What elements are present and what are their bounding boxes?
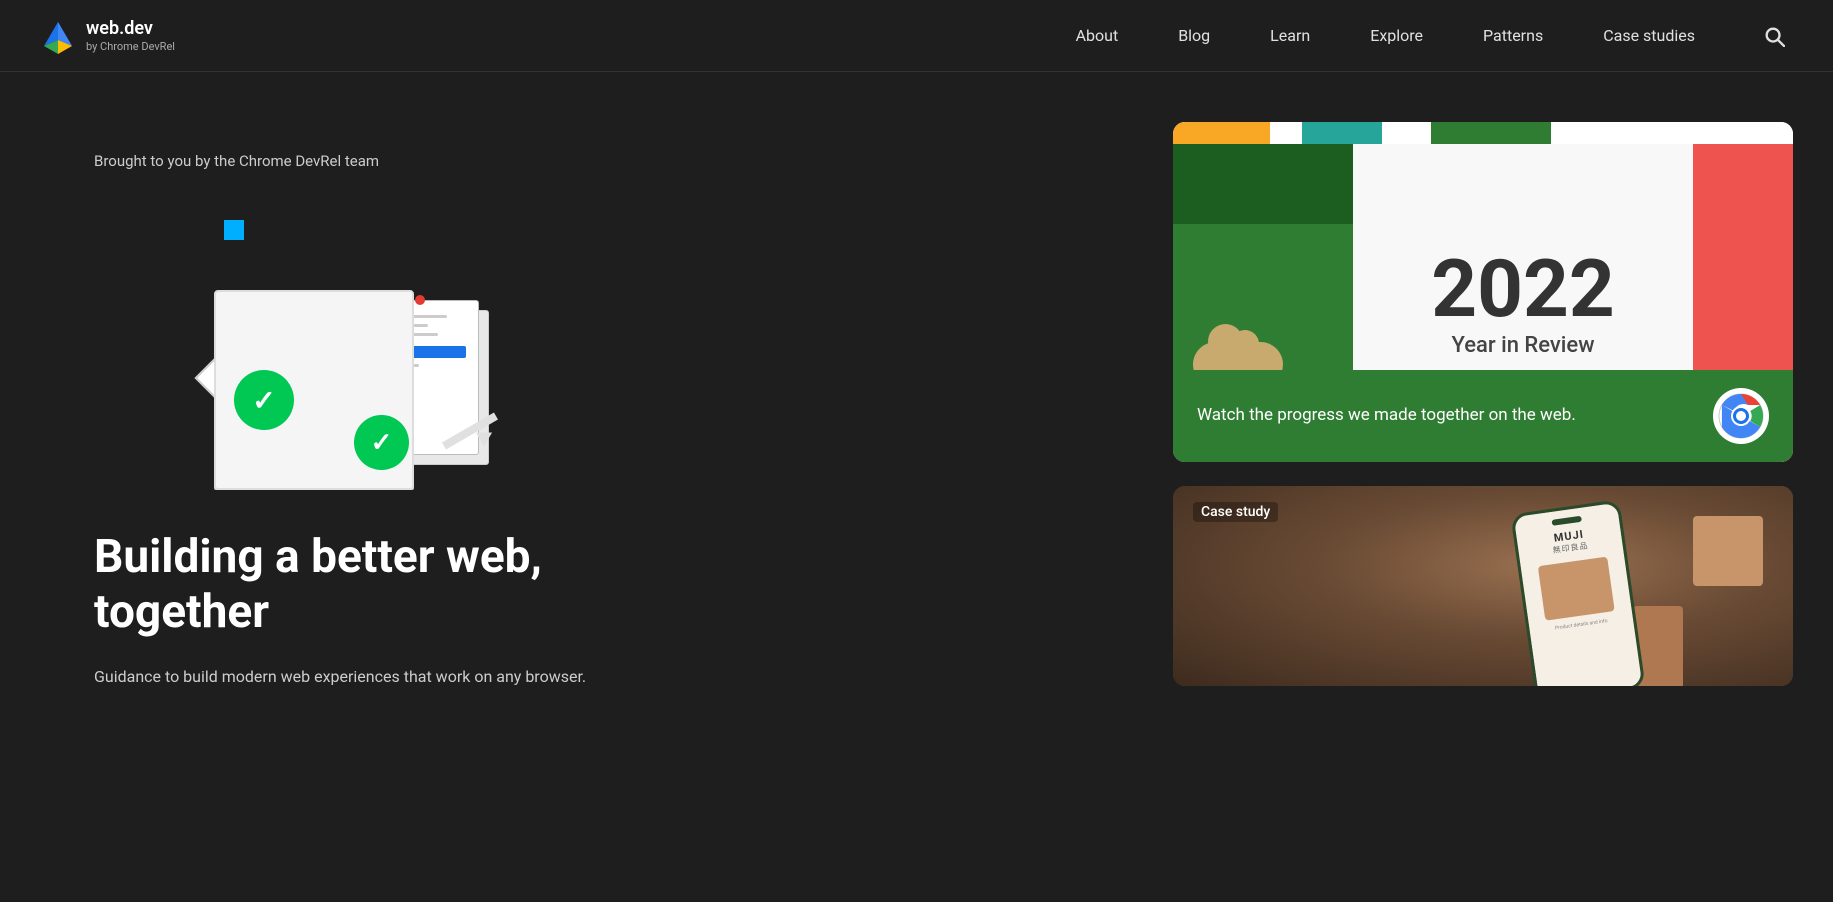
hero-headline: Building a better web, together: [94, 530, 594, 640]
logo-text-block: web.dev by Chrome DevRel: [86, 18, 175, 53]
pin-dot: [415, 295, 425, 305]
year-review-visual: 2022 Year in Review Watch the progress w…: [1173, 122, 1793, 462]
nav-about[interactable]: About: [1076, 22, 1119, 49]
blue-square-decoration: [224, 220, 244, 240]
search-icon: [1763, 25, 1785, 47]
color-bar-top: [1173, 122, 1793, 144]
cb-orange: [1173, 122, 1270, 144]
nav-case-studies[interactable]: Case studies: [1603, 22, 1695, 49]
hero-illustration: ✓ ✓: [94, 210, 534, 490]
wood-block-right: [1693, 516, 1763, 586]
site-logo[interactable]: web.dev by Chrome DevRel: [40, 18, 175, 54]
box-illustration: ✓ ✓: [154, 240, 514, 490]
hero-description: Guidance to build modern web experiences…: [94, 664, 614, 690]
cb-gap2: [1382, 122, 1430, 144]
nav-blog[interactable]: Blog: [1178, 22, 1210, 49]
main-content: Brought to you by the Chrome DevRel team: [0, 72, 1833, 902]
check-circle-2: ✓: [354, 415, 409, 470]
review-subtitle: Year in Review: [1451, 333, 1594, 358]
site-header: web.dev by Chrome DevRel About Blog Lear…: [0, 0, 1833, 72]
review-bottom-overlay: Watch the progress we made together on t…: [1173, 370, 1793, 462]
cb-teal: [1302, 122, 1383, 144]
muji-product: [1538, 557, 1615, 621]
main-nav: About Blog Learn Explore Patterns Case s…: [1076, 22, 1695, 49]
cards-section: 2022 Year in Review Watch the progress w…: [1173, 112, 1793, 862]
hero-section: Brought to you by the Chrome DevRel team: [94, 112, 1133, 862]
logo-title: web.dev: [86, 18, 175, 40]
year-review-card[interactable]: 2022 Year in Review Watch the progress w…: [1173, 122, 1793, 462]
search-button[interactable]: [1755, 17, 1793, 55]
cb-gap1: [1270, 122, 1302, 144]
nav-explore[interactable]: Explore: [1370, 22, 1423, 49]
case-study-image: MUJI 無印良品 Product details and info Case …: [1173, 486, 1793, 686]
cb-rest: [1551, 122, 1793, 144]
review-year: 2022: [1431, 249, 1615, 329]
hero-tagline: Brought to you by the Chrome DevRel team: [94, 152, 1133, 170]
check-circle-1: ✓: [234, 370, 294, 430]
review-left-dark: [1173, 144, 1353, 224]
phone-screen: MUJI 無印良品 Product details and info: [1514, 503, 1643, 686]
nav-patterns[interactable]: Patterns: [1483, 22, 1543, 49]
case-study-badge: Case study: [1193, 502, 1278, 522]
muji-description: Product details and info: [1555, 618, 1608, 631]
review-bottom-text: Watch the progress we made together on t…: [1197, 404, 1693, 428]
logo-subtitle: by Chrome DevRel: [86, 40, 175, 53]
chrome-logo-icon: [1713, 388, 1769, 444]
case-study-card[interactable]: MUJI 無印良品 Product details and info Case …: [1173, 486, 1793, 686]
nav-learn[interactable]: Learn: [1270, 22, 1310, 49]
webdev-logo-icon: [40, 18, 76, 54]
cb-green: [1431, 122, 1552, 144]
